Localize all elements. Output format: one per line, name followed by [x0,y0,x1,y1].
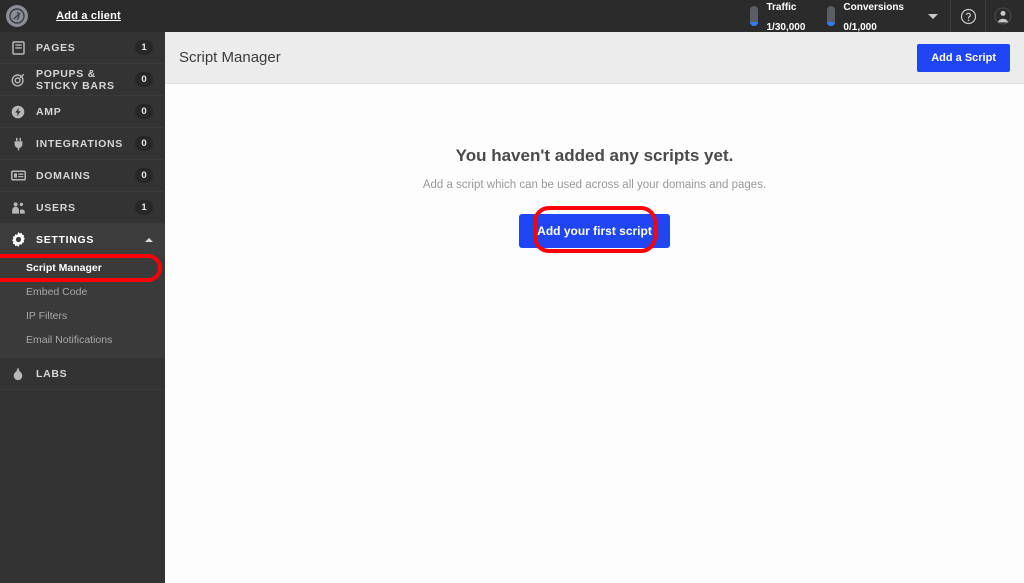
help-circle-icon [960,8,976,24]
sidebar-item-label: LABS [36,367,68,380]
sidebar-item-label: DOMAINS [36,169,91,182]
sidebar-item-label: USERS [36,201,76,214]
sidebar-item-badge: 0 [135,168,153,183]
main-area: Traffic 1/30,000 Conversions 0/1,000 Scr… [165,0,1024,583]
card-icon [9,170,27,181]
chevron-down-icon [928,13,938,19]
add-client-link[interactable]: Add a client [28,10,155,22]
sidebar-subitem-ip-filters[interactable]: IP Filters [0,304,165,328]
sidebar-item-label: POPUPS & STICKY BARS [36,67,115,92]
empty-state: You haven't added any scripts yet. Add a… [165,84,1024,583]
bolt-icon [9,105,27,119]
sidebar-item-badge: 1 [135,40,153,55]
sidebar-item-label: SETTINGS [36,233,95,246]
sidebar-item-users[interactable]: USERS 1 [0,192,165,224]
empty-state-subtitle: Add a script which can be used across al… [422,179,767,191]
conversions-label: Conversions [843,2,904,13]
brand-logo-icon[interactable] [6,5,28,27]
sidebar-item-popups-sticky-bars[interactable]: POPUPS & STICKY BARS 0 [0,64,165,96]
help-button[interactable] [951,0,985,32]
add-script-button[interactable]: Add a Script [917,43,1010,72]
chevron-up-icon[interactable] [145,237,153,242]
flask-icon [9,367,27,381]
users-icon [9,201,27,215]
sidebar-item-label: AMP [36,105,62,118]
page-header: Script Manager Add a Script [165,32,1024,84]
page-icon [9,40,27,55]
traffic-label: Traffic [766,2,797,13]
sidebar-subitem-script-manager[interactable]: Script Manager [0,256,165,280]
sidebar-subitem-label: Script Manager [26,262,102,274]
app-root: Add a client PAGES 1 POPUPS & STICKY BAR… [0,0,1024,583]
sidebar-header: Add a client [0,0,165,32]
gear-icon [9,232,27,247]
empty-state-title: You haven't added any scripts yet. [455,146,734,165]
sidebar-subitem-label: IP Filters [26,310,68,322]
sidebar-item-badge: 1 [135,200,153,215]
sidebar-item-label: INTEGRATIONS [36,137,123,150]
target-icon [9,73,27,87]
add-first-script-button[interactable]: Add your first script [519,214,670,248]
sidebar-item-badge: 0 [135,104,153,119]
conversions-metric[interactable]: Conversions 0/1,000 [817,0,916,33]
traffic-gauge-icon [750,6,759,26]
sidebar-item-amp[interactable]: AMP 0 [0,96,165,128]
user-avatar-icon [994,7,1012,25]
sidebar-item-settings[interactable]: SETTINGS [0,224,165,256]
sidebar-subitem-email-notifications[interactable]: Email Notifications [0,328,165,352]
sidebar-item-badge: 0 [135,136,153,151]
sidebar-item-labs[interactable]: LABS [0,358,165,390]
cta-wrapper: Add your first script [519,214,670,248]
sidebar-subitem-label: Embed Code [26,286,88,298]
plug-icon [9,137,27,151]
page-title: Script Manager [179,49,281,66]
traffic-metric[interactable]: Traffic 1/30,000 [740,0,817,33]
sidebar-item-integrations[interactable]: INTEGRATIONS 0 [0,128,165,160]
account-button[interactable] [986,0,1020,32]
sidebar-item-badge: 0 [135,72,153,87]
sidebar-subitem-label: Email Notifications [26,334,113,346]
conversions-gauge-icon [827,6,836,26]
sidebar-subitem-embed-code[interactable]: Embed Code [0,280,165,304]
sidebar-item-domains[interactable]: DOMAINS 0 [0,160,165,192]
sidebar-item-label: PAGES [36,41,76,54]
metrics-dropdown-button[interactable] [916,0,950,32]
sidebar-item-pages[interactable]: PAGES 1 [0,32,165,64]
top-bar: Traffic 1/30,000 Conversions 0/1,000 [165,0,1024,33]
sidebar: Add a client PAGES 1 POPUPS & STICKY BAR… [0,0,165,583]
